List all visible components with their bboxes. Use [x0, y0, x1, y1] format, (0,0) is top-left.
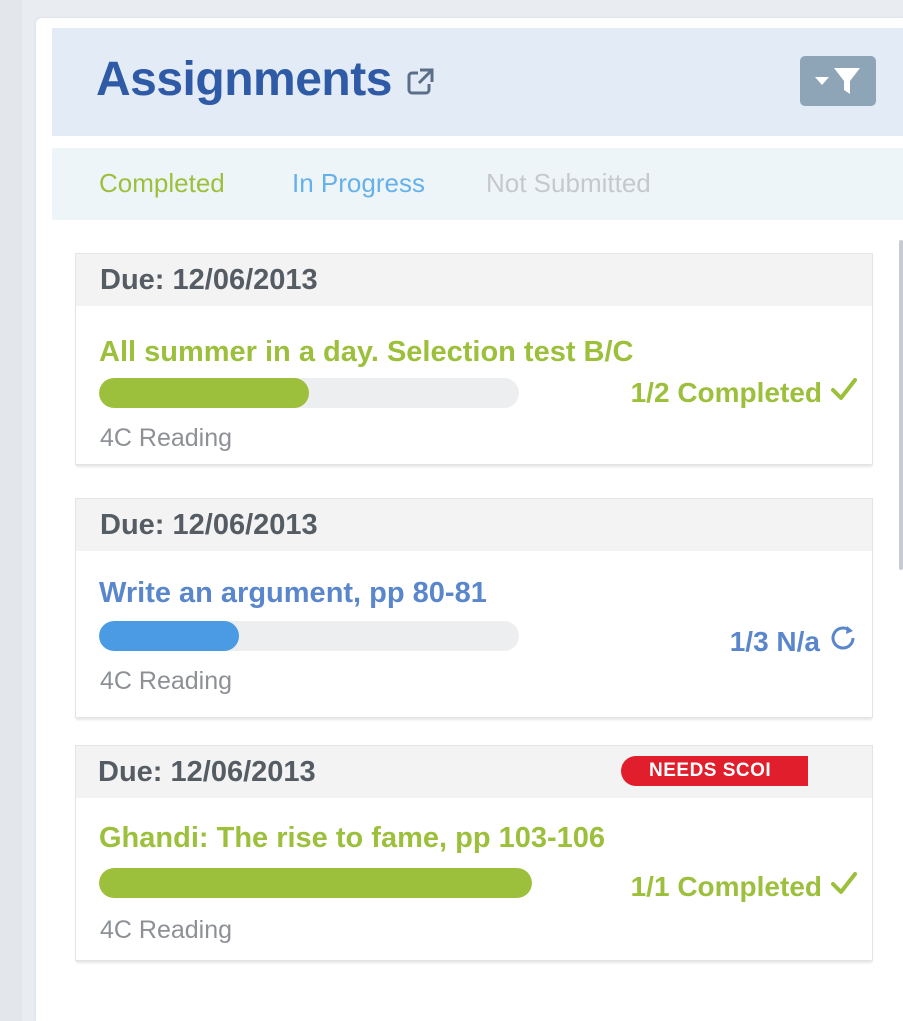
tab-not-submitted[interactable]: Not Submitted: [486, 168, 651, 199]
chevron-down-icon: [815, 76, 829, 86]
status-text: 1/3 N/a: [729, 625, 820, 657]
assignment-card[interactable]: Due: 12/06/2013 Write an argument, pp 80…: [75, 498, 873, 718]
card-header: Due: 12/06/2013 NEEDS SCOI: [76, 746, 872, 798]
status-indicator: 1/2 Completed: [631, 376, 858, 409]
tab-in-progress[interactable]: In Progress: [292, 168, 425, 199]
progress-fill: [99, 868, 532, 898]
progress-bar: [99, 868, 532, 898]
due-date: Due: 12/06/2013: [98, 756, 316, 788]
course-label: 4C Reading: [100, 916, 233, 944]
assignment-card[interactable]: Due: 12/06/2013 All summer in a day. Sel…: [75, 253, 873, 465]
check-icon: [830, 376, 858, 409]
progress-fill: [99, 378, 309, 408]
status-text: 1/2 Completed: [630, 376, 822, 408]
assignment-title[interactable]: Write an argument, pp 80-81: [99, 577, 487, 610]
filter-button[interactable]: [800, 56, 876, 106]
progress-bar: [99, 621, 519, 651]
window-left-edge: [0, 0, 22, 1021]
filter-icon: [833, 66, 861, 96]
progress-bar: [99, 378, 519, 408]
tab-completed[interactable]: Completed: [99, 168, 225, 199]
status-indicator: 1/3 N/a: [730, 623, 858, 660]
assignment-title[interactable]: All summer in a day. Selection test B/C: [99, 336, 634, 369]
needs-score-badge: NEEDS SCOI: [621, 756, 808, 786]
progress-fill: [99, 621, 239, 651]
due-date: Due: 12/06/2013: [100, 509, 318, 541]
card-header: Due: 12/06/2013: [76, 254, 872, 306]
status-indicator: 1/1 Completed: [631, 870, 858, 903]
check-icon: [830, 870, 858, 903]
status-text: 1/1 Completed: [630, 870, 822, 902]
page-title: Assignments: [96, 53, 392, 106]
card-header: Due: 12/06/2013: [76, 499, 872, 551]
due-date: Due: 12/06/2013: [100, 264, 318, 296]
course-label: 4C Reading: [100, 424, 233, 452]
assignment-card[interactable]: Due: 12/06/2013 NEEDS SCOI Ghandi: The r…: [75, 745, 873, 961]
scrollbar[interactable]: [899, 240, 903, 570]
refresh-icon: [828, 623, 858, 660]
external-link-icon[interactable]: [406, 66, 436, 96]
assignment-title[interactable]: Ghandi: The rise to fame, pp 103-106: [99, 822, 605, 855]
course-label: 4C Reading: [100, 667, 233, 695]
